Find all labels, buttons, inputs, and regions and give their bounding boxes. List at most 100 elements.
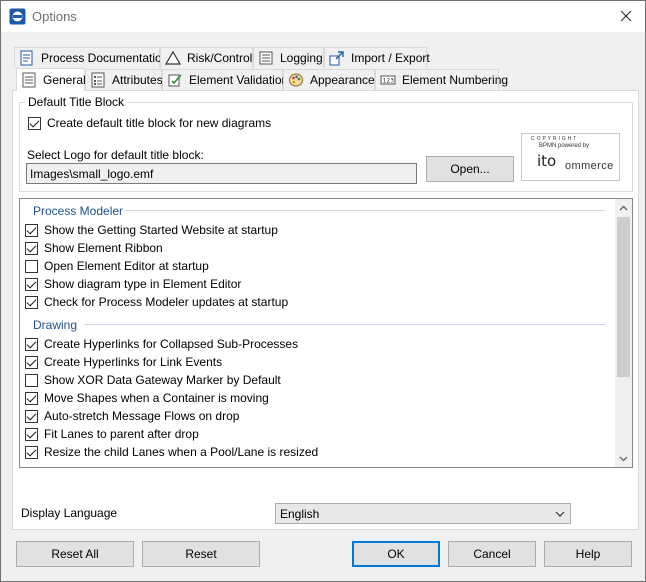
chevron-down-icon: [619, 456, 628, 461]
display-language-select[interactable]: English: [275, 503, 571, 524]
create-default-title-block-checkbox[interactable]: Create default title block for new diagr…: [28, 116, 271, 130]
checkbox-box[interactable]: [25, 277, 38, 291]
list-item[interactable]: Create Hyperlinks for Link Events: [25, 355, 222, 369]
help-button[interactable]: Help: [544, 541, 632, 567]
section-divider: [125, 210, 605, 211]
logo-word-text: ommerce: [565, 160, 614, 172]
checkbox-label: Move Shapes when a Container is moving: [44, 391, 269, 405]
tab-label: Element Numbering: [402, 73, 509, 87]
checkbox-label: Auto-stretch Message Flows on drop: [44, 409, 240, 423]
tab-label: Element Validation: [189, 73, 289, 87]
tab-label: Import / Export: [351, 51, 430, 65]
tab-import-export[interactable]: Import / Export: [324, 47, 430, 68]
scroll-down-arrow[interactable]: [615, 450, 632, 467]
list-item[interactable]: Resize the child Lanes when a Pool/Lane …: [25, 445, 318, 459]
tab-logging[interactable]: Logging: [253, 47, 324, 68]
checkbox-box[interactable]: [25, 409, 38, 423]
tab-process-documentation[interactable]: Process Documentation: [14, 47, 168, 68]
tab-label: Attributes: [112, 73, 163, 87]
logo-copyright-text: C O P Y R I G H T: [531, 136, 577, 142]
checkbox-box[interactable]: [25, 427, 38, 441]
tab-element-numbering[interactable]: 123 Element Numbering: [375, 69, 508, 90]
list-item[interactable]: Show the Getting Started Website at star…: [25, 223, 278, 237]
checkbox-box[interactable]: [25, 295, 38, 309]
title-bar: Options: [1, 1, 645, 32]
import-export-icon: [329, 51, 344, 66]
app-icon: [9, 8, 26, 25]
attributes-list-icon: [91, 72, 105, 88]
checkbox-label: Fit Lanes to parent after drop: [44, 427, 199, 441]
checkbox-box[interactable]: [25, 373, 38, 387]
ok-button[interactable]: OK: [352, 541, 440, 567]
checkbox-box[interactable]: [28, 116, 41, 130]
checkbox-box[interactable]: [25, 391, 38, 405]
checkbox-label: Show Element Ribbon: [44, 241, 163, 255]
checkbox-box[interactable]: [25, 259, 38, 273]
checkbox-box[interactable]: [25, 445, 38, 459]
list-item[interactable]: Fit Lanes to parent after drop: [25, 427, 199, 441]
options-window: Options Process Documentation Risk/Contr…: [0, 0, 646, 582]
chevron-down-icon: [555, 511, 565, 517]
window-title: Options: [32, 9, 77, 24]
checkbox-label: Resize the child Lanes when a Pool/Lane …: [44, 445, 319, 459]
tab-attributes[interactable]: Attributes: [85, 69, 163, 90]
list-item[interactable]: Open Element Editor at startup: [25, 259, 209, 273]
checkbox-box[interactable]: [25, 241, 38, 255]
section-header-drawing: Drawing: [33, 318, 78, 332]
palette-icon: [289, 73, 303, 87]
section-divider: [84, 324, 605, 325]
document-icon: [20, 50, 33, 66]
reset-all-button[interactable]: Reset All: [16, 541, 134, 567]
scroll-thumb[interactable]: [617, 217, 630, 377]
reset-button[interactable]: Reset: [142, 541, 260, 567]
tab-label: Risk/Control: [187, 51, 253, 65]
checkbox-box[interactable]: [25, 223, 38, 237]
checkbox-label: Create default title block for new diagr…: [47, 116, 272, 130]
tab-appearance[interactable]: Appearance: [283, 69, 375, 90]
list-item[interactable]: Show diagram type in Element Editor: [25, 277, 241, 291]
scroll-up-arrow[interactable]: [615, 199, 632, 216]
logo-path-input[interactable]: [26, 163, 417, 184]
tab-label: Appearance: [310, 73, 375, 87]
checkbox-box[interactable]: [25, 337, 38, 351]
checkbox-label: Open Element Editor at startup: [44, 259, 209, 273]
checkbox-label: Show XOR Data Gateway Marker by Default: [44, 373, 281, 387]
checkbox-label: Create Hyperlinks for Collapsed Sub-Proc…: [44, 337, 299, 351]
close-icon[interactable]: [613, 4, 639, 28]
list-item[interactable]: Move Shapes when a Container is moving: [25, 391, 269, 405]
display-language-label: Display Language: [21, 506, 118, 520]
list-item[interactable]: Create Hyperlinks for Collapsed Sub-Proc…: [25, 337, 298, 351]
display-language-value: English: [280, 507, 320, 521]
logo-label: Select Logo for default title block:: [27, 148, 204, 162]
open-logo-button[interactable]: Open...: [426, 156, 514, 182]
checkbox-label: Show the Getting Started Website at star…: [44, 223, 278, 237]
checkbox-label: Create Hyperlinks for Link Events: [44, 355, 223, 369]
tab-label: Process Documentation: [41, 51, 169, 65]
logo-mark-text: ito: [537, 152, 557, 170]
list-item[interactable]: Show Element Ribbon: [25, 241, 163, 255]
svg-text:123: 123: [383, 78, 395, 85]
chevron-up-icon: [619, 205, 628, 210]
general-list-icon: [22, 72, 36, 88]
validation-icon: [168, 74, 182, 87]
list-item[interactable]: Show XOR Data Gateway Marker by Default: [25, 373, 281, 387]
section-header-process-modeler: Process Modeler: [33, 204, 124, 218]
logo-powered-text: BPMN powered by: [539, 143, 590, 149]
logo-preview: C O P Y R I G H T BPMN powered by ito om…: [521, 133, 620, 181]
cancel-button[interactable]: Cancel: [448, 541, 536, 567]
numbering-icon: 123: [380, 75, 396, 85]
checkbox-label: Check for Process Modeler updates at sta…: [44, 295, 289, 309]
tab-label: General: [43, 73, 86, 87]
list-item[interactable]: Check for Process Modeler updates at sta…: [25, 295, 288, 309]
tab-element-validation[interactable]: Element Validation: [162, 69, 288, 90]
checkbox-label: Show diagram type in Element Editor: [44, 277, 242, 291]
title-block-legend: Default Title Block: [25, 95, 128, 109]
tab-risk-control[interactable]: Risk/Control: [160, 47, 253, 68]
log-list-icon: [259, 51, 273, 65]
warning-triangle-icon: [165, 50, 181, 65]
options-list[interactable]: Process Modeler Show the Getting Started…: [19, 198, 633, 468]
checkbox-box[interactable]: [25, 355, 38, 369]
list-scrollbar[interactable]: [615, 199, 632, 467]
tab-general[interactable]: General: [16, 68, 86, 91]
list-item[interactable]: Auto-stretch Message Flows on drop: [25, 409, 239, 423]
